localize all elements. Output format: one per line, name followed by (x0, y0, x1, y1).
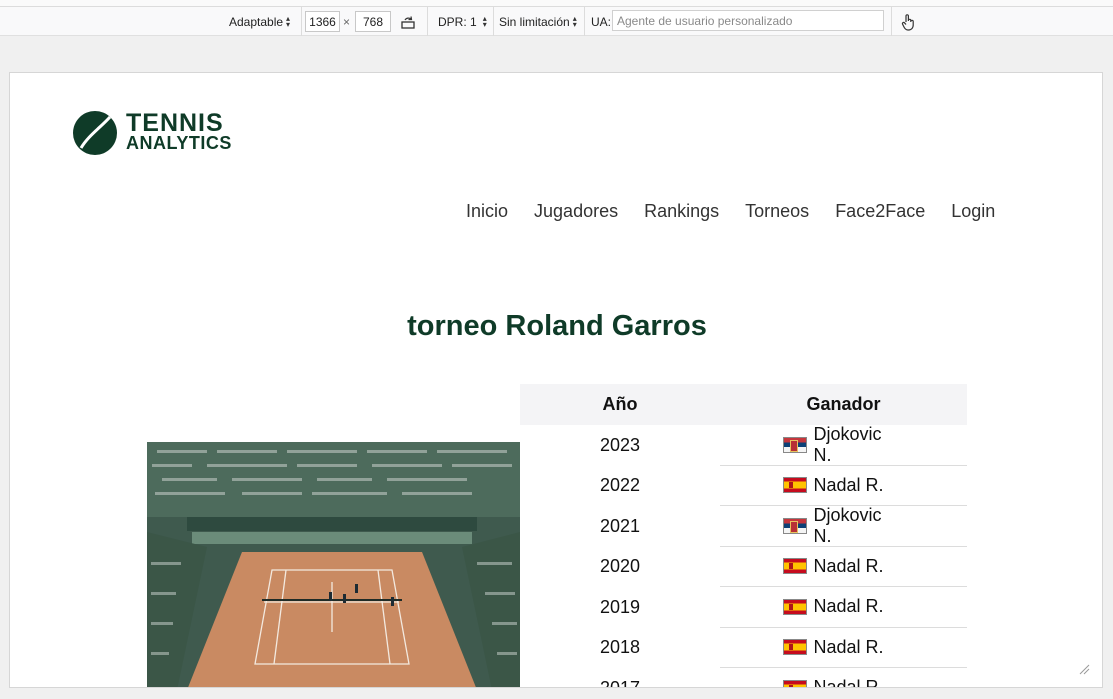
winner-name: Djokovic N. (813, 423, 882, 465)
nav-face2face[interactable]: Face2Face (835, 201, 925, 222)
winner-name: Nadal R. (813, 636, 884, 657)
year-cell: 2020 (599, 556, 641, 577)
year-cell: 2023 (599, 434, 641, 455)
winner-cell: Nadal R. (720, 628, 967, 668)
table-row: 2022 Nadal R. (520, 466, 967, 506)
viewport-height-input[interactable]: 768 (355, 11, 391, 32)
table-row: 2023 Djokovic N. (520, 423, 967, 466)
nav-jugadores[interactable]: Jugadores (534, 201, 618, 222)
logo-line-analytics: ANALYTICS (126, 133, 232, 153)
winners-table: Año Ganador 2023 Djokovic N. 2022 Nadal … (520, 384, 967, 688)
nav-inicio[interactable]: Inicio (466, 201, 508, 222)
winners-table-header: Año Ganador (520, 384, 967, 425)
touch-simulation-icon[interactable] (900, 7, 916, 36)
select-arrows-icon: ▴ ▾ (572, 13, 577, 29)
serbia-flag-icon (782, 436, 807, 453)
nav-torneos[interactable]: Torneos (745, 201, 809, 222)
winner-name: Nadal R. (813, 474, 884, 495)
throttling-select[interactable]: Sin limitación ▴ ▾ (499, 7, 577, 36)
winner-name: Nadal R. (813, 596, 884, 617)
user-agent-input[interactable]: Agente de usuario personalizado (612, 10, 884, 31)
spain-flag-icon (782, 598, 807, 615)
toolbar-divider (584, 7, 585, 36)
toolbar-divider (301, 7, 302, 36)
viewport-width-input[interactable]: 1366 (305, 11, 340, 32)
table-row: 2021 Djokovic N. (520, 504, 967, 547)
logo-wordmark: TENNIS ANALYTICS (126, 109, 232, 154)
device-select-label: Adaptable (229, 14, 284, 29)
page-title: torneo Roland Garros (407, 310, 707, 342)
year-cell: 2019 (599, 596, 641, 617)
toolbar-divider (493, 7, 494, 36)
rotate-viewport-icon[interactable] (400, 7, 416, 36)
year-cell: 2018 (599, 637, 641, 658)
dpr-select[interactable]: DPR: 1 ▴ ▾ (438, 7, 487, 36)
winner-cell: Djokovic N. (720, 504, 967, 547)
tournament-court-image (147, 442, 520, 687)
nav-rankings[interactable]: Rankings (644, 201, 719, 222)
table-row: 2017 Nadal R. (520, 668, 967, 688)
dpr-select-label: DPR: 1 (438, 14, 477, 29)
table-row: 2018 Nadal R. (520, 628, 967, 668)
device-select[interactable]: Adaptable ▴ ▾ (229, 7, 290, 36)
column-header-year: Año (602, 394, 638, 414)
column-header-winner: Ganador (806, 394, 881, 414)
winner-name: Nadal R. (813, 677, 884, 688)
nav-login[interactable]: Login (951, 201, 995, 222)
spain-flag-icon (782, 477, 807, 494)
user-agent-label: UA: (591, 14, 612, 29)
resize-handle-icon[interactable] (1078, 663, 1090, 675)
main-nav: Inicio Jugadores Rankings Torneos Face2F… (466, 201, 1021, 222)
toolbar-divider (891, 7, 892, 36)
table-row: 2019 Nadal R. (520, 587, 967, 628)
toolbar-divider (427, 7, 428, 36)
logo-line-tennis: TENNIS (126, 109, 224, 137)
winner-name: Nadal R. (813, 555, 884, 576)
year-cell: 2017 (599, 677, 641, 688)
responsive-toolbar: Adaptable ▴ ▾ 1366 × 768 DPR: 1 ▴ ▾ Sin li… (0, 7, 1113, 36)
dimension-separator: × (343, 14, 351, 29)
table-row: 2020 Nadal R. (520, 547, 967, 587)
winner-cell: Nadal R. (720, 587, 967, 628)
serbia-flag-icon (782, 517, 807, 534)
throttling-select-label: Sin limitación (499, 14, 570, 29)
year-cell: 2021 (599, 515, 641, 536)
tennis-ball-logo-icon (73, 111, 117, 155)
winner-cell: Nadal R. (720, 668, 967, 688)
responsive-viewport: TENNIS ANALYTICS Inicio Jugadores Rankin… (9, 72, 1103, 688)
spain-flag-icon (782, 679, 807, 687)
winner-cell: Djokovic N. (720, 423, 967, 466)
window-top-strip (0, 0, 1113, 7)
winner-name: Djokovic N. (813, 504, 882, 546)
winner-cell: Nadal R. (720, 466, 967, 506)
site-logo[interactable]: TENNIS ANALYTICS (72, 110, 232, 156)
winner-cell: Nadal R. (720, 547, 967, 587)
select-arrows-icon: ▴ ▾ (286, 13, 291, 29)
spain-flag-icon (782, 558, 807, 575)
spain-flag-icon (782, 639, 807, 656)
year-cell: 2022 (599, 475, 641, 496)
select-arrows-icon: ▴ ▾ (482, 13, 487, 29)
